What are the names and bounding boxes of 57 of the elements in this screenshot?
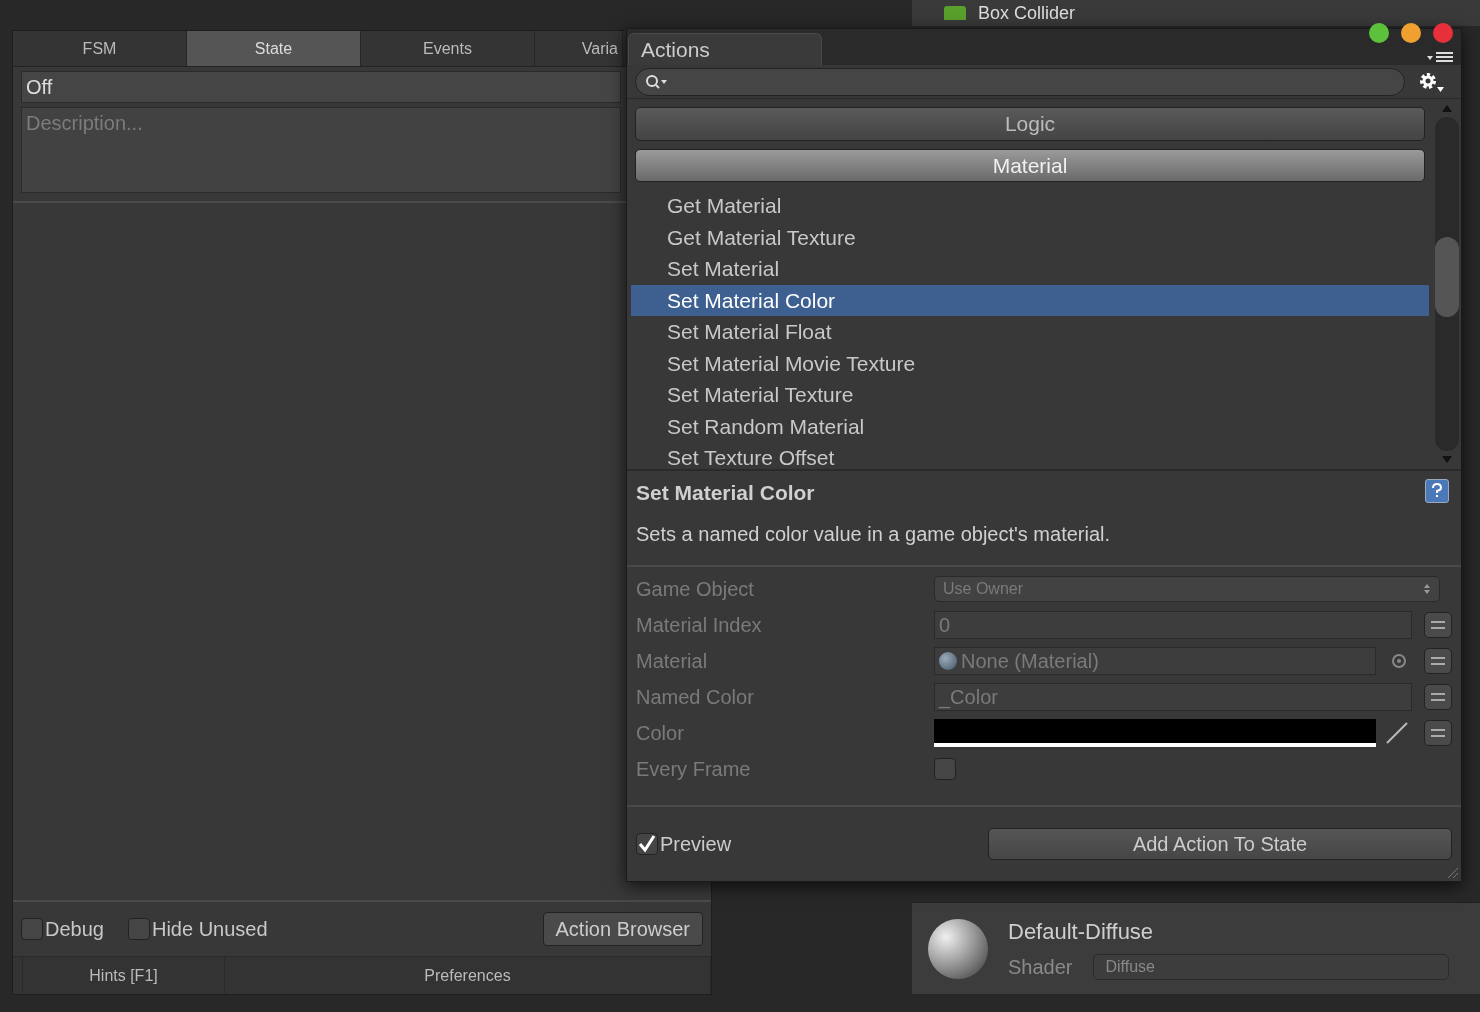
tab[interactable]: FSM [13,31,187,66]
variable-toggle-icon[interactable] [1424,647,1452,674]
action-item[interactable]: Get Material [631,190,1429,222]
checkbox-label: Preview [660,831,732,857]
bottom-tab[interactable]: Preferences [225,957,711,994]
resize-grip-icon[interactable] [1445,865,1459,879]
help-icon[interactable] [1425,479,1449,503]
tab[interactable]: State [187,31,361,66]
object-value: None (Material) [961,648,1099,674]
description-field[interactable]: Description... [21,107,621,193]
shader-label: Shader [1008,955,1073,980]
action-title: Set Material Color [636,480,815,506]
tab[interactable]: Events [361,31,535,66]
search-icon [645,73,669,90]
variable-toggle-icon[interactable] [1424,611,1452,638]
action-item[interactable]: Set Material Texture [631,379,1429,411]
field-label: Material Index [636,612,763,638]
action-item[interactable]: Get Material Texture [631,221,1429,253]
action-item[interactable]: Set Material Float [631,316,1429,348]
action-item[interactable]: Set Texture Offset [631,442,1429,474]
search-field[interactable] [635,67,1405,96]
action-description: Sets a named color value in a game object's material. [636,521,1112,547]
checkbox[interactable] [127,918,150,940]
category-button[interactable]: Logic [635,107,1425,141]
close-button[interactable] [1433,23,1453,43]
eyedropper-icon[interactable] [1384,719,1410,746]
scrollbar-thumb[interactable] [1435,237,1459,317]
action-item[interactable]: Set Material Color [631,284,1429,316]
field-label: Game Object [636,576,755,602]
add-action-button[interactable]: Add Action To State [988,827,1452,860]
field-label: Color [636,720,685,746]
color-swatch[interactable] [934,718,1376,747]
bottom-tab[interactable]: Hints [F1] [23,957,225,994]
menu-icon[interactable] [1425,51,1455,63]
zoom-button[interactable] [1369,23,1389,43]
action-item[interactable]: Set Random Material [631,410,1429,442]
variable-toggle-icon[interactable] [1424,683,1452,710]
tab[interactable]: Varia [535,31,623,66]
action-browser-button[interactable]: Action Browser [542,912,703,946]
window-tab[interactable]: Actions [628,33,822,65]
object-picker-icon[interactable] [1392,653,1406,668]
action-item[interactable]: Set Material Movie Texture [631,347,1429,379]
checkbox-label: Hide Unused [151,917,268,942]
minimize-button[interactable] [1401,23,1421,43]
field-label: Named Color [636,684,755,710]
category-button[interactable]: Material [635,148,1425,182]
field-label: Every Frame [636,756,752,782]
component-title: Box Collider [978,3,1076,23]
checkbox-label: Debug [45,917,104,942]
variable-toggle-icon[interactable] [1424,719,1452,746]
action-item[interactable]: Set Material [631,253,1429,285]
checkbox[interactable] [934,757,956,780]
checkbox[interactable] [21,918,43,940]
field-label: Material [636,648,709,674]
checkbox[interactable] [636,832,658,855]
state-name-field[interactable]: Off [21,71,621,103]
material-name: Default-Diffuse [1008,918,1155,946]
